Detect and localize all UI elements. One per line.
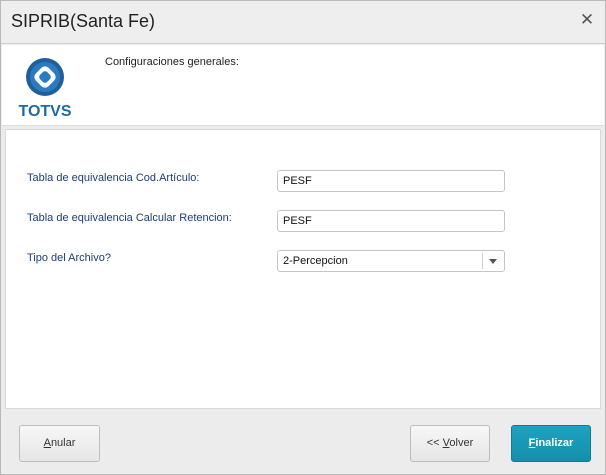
cod-articulo-input[interactable]	[277, 170, 505, 192]
dialog-window: SIPRIB(Santa Fe) ✕ TOTVS Configuraciones…	[0, 0, 606, 475]
cancel-hotkey: A	[43, 437, 51, 449]
logo-text: TOTVS	[18, 103, 71, 119]
totvs-logo: TOTVS	[18, 58, 72, 119]
back-button[interactable]: << Volver	[410, 425, 490, 462]
cancel-label: nular	[50, 437, 76, 449]
field-label-calcular-retencion: Tabla de equivalencia Calcular Retencion…	[27, 212, 232, 224]
form-panel: Tabla de equivalencia Cod.Artículo: Tabl…	[5, 129, 601, 409]
tipo-archivo-select[interactable]: 2-Percepcion	[277, 250, 505, 272]
finish-label: inalizar	[535, 437, 574, 449]
wizard-footer: Anular << Volver Finalizar	[2, 410, 604, 474]
tipo-archivo-value: 2-Percepcion	[283, 255, 348, 267]
section-label: Configuraciones generales:	[105, 56, 239, 68]
back-label: olver	[449, 437, 474, 449]
title-bar: SIPRIB(Santa Fe) ✕	[1, 1, 605, 44]
field-label-cod-articulo: Tabla de equivalencia Cod.Artículo:	[27, 172, 200, 184]
window-title: SIPRIB(Santa Fe)	[11, 11, 156, 31]
field-label-tipo-archivo: Tipo del Archivo?	[27, 252, 111, 264]
finish-button[interactable]: Finalizar	[511, 425, 591, 462]
wizard-header: TOTVS Configuraciones generales:	[2, 45, 604, 126]
cancel-button[interactable]: Anular	[19, 425, 100, 462]
close-icon[interactable]: ✕	[579, 11, 595, 29]
back-prefix: <<	[426, 437, 443, 449]
calcular-retencion-input[interactable]	[277, 210, 505, 232]
select-divider	[482, 253, 483, 269]
chevron-down-icon[interactable]	[487, 255, 499, 267]
